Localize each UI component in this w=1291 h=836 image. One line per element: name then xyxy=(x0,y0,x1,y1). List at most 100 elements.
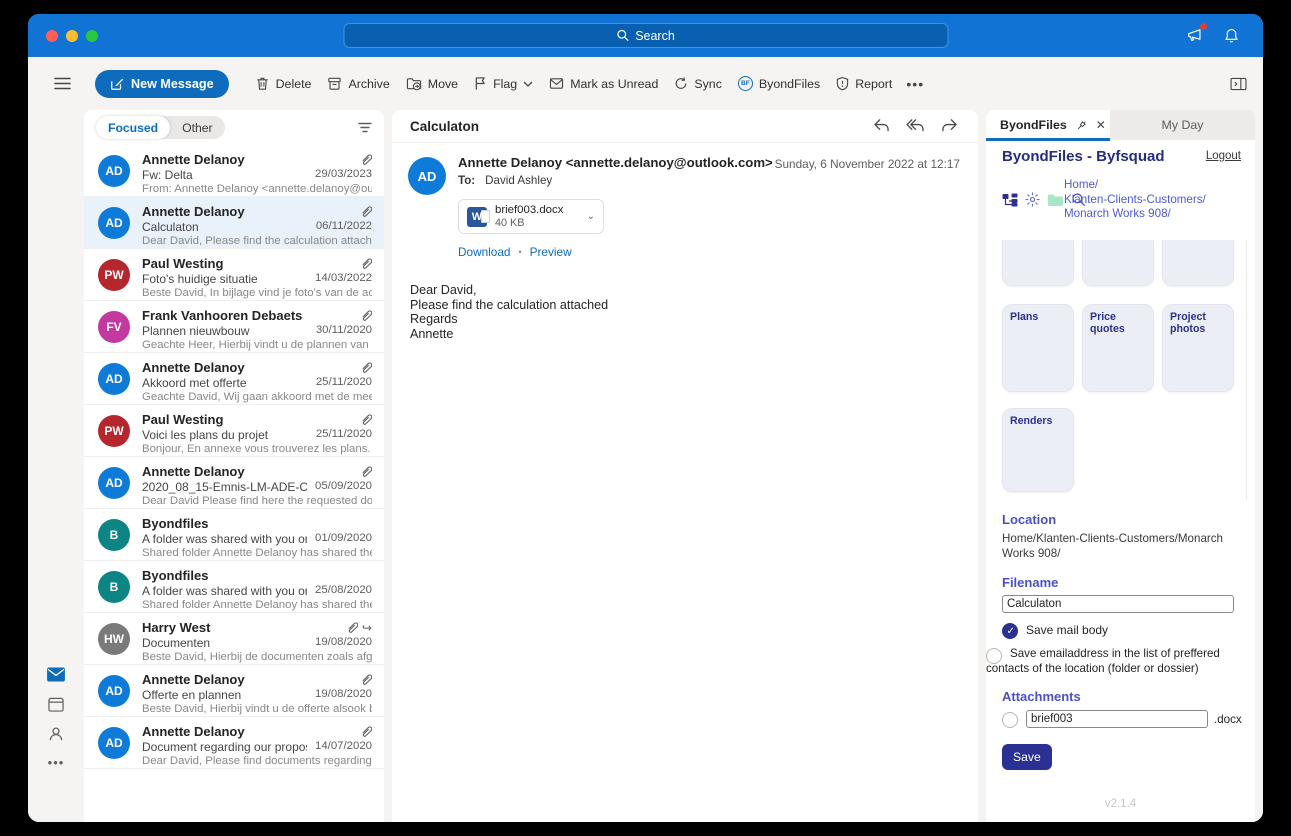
save-emailaddress-label: Save emailaddress in the list of preffer… xyxy=(986,647,1220,675)
list-item[interactable]: PW Paul Westing Voici les plans du proje… xyxy=(84,405,384,457)
attachment-checkbox[interactable] xyxy=(1002,712,1018,728)
breadcrumb[interactable]: Home/ Klanten-Clients-Customers/ Monarch… xyxy=(1064,178,1242,222)
tab-my-day[interactable]: My Day xyxy=(1110,110,1255,140)
paperclip-icon xyxy=(360,309,372,322)
list-item[interactable]: B Byondfiles A folder was shared with yo… xyxy=(84,509,384,561)
minimize-window-button[interactable] xyxy=(66,30,78,42)
zoom-window-button[interactable] xyxy=(86,30,98,42)
folder-tile[interactable] xyxy=(1002,240,1074,286)
paperclip-icon xyxy=(360,673,372,686)
settings-sun-icon[interactable] xyxy=(1025,192,1040,207)
new-message-button[interactable]: New Message xyxy=(95,70,229,98)
folder-icon[interactable] xyxy=(1047,193,1064,207)
attachment-card[interactable]: W brief003.docx 40 KB ⌄ xyxy=(458,199,604,234)
close-window-button[interactable] xyxy=(46,30,58,42)
download-link[interactable]: Download xyxy=(458,245,510,259)
forward-icon[interactable] xyxy=(941,118,958,133)
attachment-filename-input[interactable] xyxy=(1026,710,1208,728)
folder-grid: Plans Price quotes Project photos Render… xyxy=(986,240,1255,504)
logout-link[interactable]: Logout xyxy=(1206,150,1241,162)
recipient-line: To:David Ashley xyxy=(458,174,962,187)
folder-tile-renders[interactable]: Renders xyxy=(1002,408,1074,492)
list-item[interactable]: PW Paul Westing Foto's huidige situatie1… xyxy=(84,249,384,301)
chevron-down-icon[interactable] xyxy=(523,81,533,87)
pin-icon[interactable] xyxy=(1075,119,1088,132)
paperclip-icon xyxy=(360,361,372,374)
sync-button[interactable]: Sync xyxy=(666,70,730,97)
save-button[interactable]: Save xyxy=(1002,744,1052,770)
main-content: ••• Focused Other AD Annette Delanoy xyxy=(28,110,1263,822)
inbox-filter-tabs: Focused Other xyxy=(96,116,225,139)
folder-tile[interactable] xyxy=(1162,240,1234,286)
more-apps-icon[interactable]: ••• xyxy=(48,755,65,770)
avatar: B xyxy=(98,519,130,551)
report-button[interactable]: Report xyxy=(828,70,900,97)
reply-icon[interactable] xyxy=(873,118,890,133)
compose-icon xyxy=(110,77,124,91)
list-item[interactable]: AD Annette Delanoy Akkoord met offerte25… xyxy=(84,353,384,405)
window-controls xyxy=(46,30,98,42)
list-item[interactable]: AD Annette Delanoy Offerte en plannen19/… xyxy=(84,665,384,717)
archive-icon xyxy=(327,76,342,91)
list-item[interactable]: AD Annette Delanoy Fw: Delta29/03/2023 F… xyxy=(84,145,384,197)
filename-input[interactable] xyxy=(1002,595,1234,613)
tree-view-icon[interactable] xyxy=(1002,193,1018,207)
hamburger-menu-icon[interactable] xyxy=(50,73,75,94)
flag-button[interactable]: Flag xyxy=(466,70,541,97)
list-item[interactable]: FV Frank Vanhooren Debaets Plannen nieuw… xyxy=(84,301,384,353)
paperclip-icon xyxy=(360,205,372,218)
avatar: AD xyxy=(98,467,130,499)
folder-tile-plans[interactable]: Plans xyxy=(1002,304,1074,392)
byondfiles-button[interactable]: BF ByondFiles xyxy=(730,70,828,97)
attachment-row: .docx xyxy=(1002,710,1239,730)
save-emailaddress-option: Save emailaddress in the list of preffer… xyxy=(986,647,1239,676)
folder-tile-project-photos[interactable]: Project photos xyxy=(1162,304,1234,392)
flag-icon xyxy=(474,76,487,91)
mail-nav-icon[interactable] xyxy=(47,667,66,682)
folder-tile-price-quotes[interactable]: Price quotes xyxy=(1082,304,1154,392)
save-mail-body-checkbox[interactable] xyxy=(1002,623,1018,639)
search-input[interactable]: Search xyxy=(343,23,948,48)
report-shield-icon xyxy=(836,76,849,91)
save-emailaddress-checkbox[interactable] xyxy=(986,648,1002,664)
delete-button[interactable]: Delete xyxy=(247,70,320,97)
close-panel-icon[interactable]: ✕ xyxy=(1096,118,1106,132)
paperclip-icon xyxy=(360,725,372,738)
move-folder-icon xyxy=(406,76,422,91)
move-button[interactable]: Move xyxy=(398,70,466,97)
tab-byondfiles[interactable]: ByondFiles ✕ xyxy=(986,110,1110,140)
avatar: HW xyxy=(98,623,130,655)
avatar: PW xyxy=(98,415,130,447)
archive-button[interactable]: Archive xyxy=(319,70,397,97)
location-label: Location xyxy=(1002,512,1255,527)
list-item[interactable]: B Byondfiles A folder was shared with yo… xyxy=(84,561,384,613)
mark-as-unread-button[interactable]: Mark as Unread xyxy=(541,71,666,97)
avatar: AD xyxy=(98,675,130,707)
avatar: AD xyxy=(98,207,130,239)
reply-all-icon[interactable] xyxy=(906,118,925,133)
calendar-nav-icon[interactable] xyxy=(48,697,64,712)
tab-focused[interactable]: Focused xyxy=(96,116,170,139)
toolbar-more-button[interactable]: ••• xyxy=(900,72,930,96)
preview-link[interactable]: Preview xyxy=(530,245,572,259)
recipient-name[interactable]: David Ashley xyxy=(485,174,552,187)
active-tab-indicator xyxy=(986,138,1110,141)
people-nav-icon[interactable] xyxy=(48,726,64,742)
folder-tile[interactable] xyxy=(1082,240,1154,286)
bell-icon[interactable] xyxy=(1221,25,1241,45)
reading-pane-toggle-icon[interactable] xyxy=(1230,77,1247,91)
desktop: Search New Message xyxy=(0,0,1291,836)
addin-panel: ByondFiles ✕ My Day ByondFiles - Byfsqua… xyxy=(986,110,1255,822)
search-label: Search xyxy=(635,29,675,43)
filter-icon[interactable] xyxy=(358,122,372,133)
list-item[interactable]: HW Harry West↪ Documenten19/08/2020 Best… xyxy=(84,613,384,665)
scrollbar-track[interactable] xyxy=(1246,240,1247,500)
list-item-selected[interactable]: AD Annette Delanoy Calculaton06/11/2022 … xyxy=(84,197,384,249)
attachment-menu-chevron-icon[interactable]: ⌄ xyxy=(587,211,595,222)
separator-dot: • xyxy=(518,247,521,257)
list-item[interactable]: AD Annette Delanoy 2020_08_15-Emnis-LM-A… xyxy=(84,457,384,509)
announcements-icon[interactable] xyxy=(1185,25,1205,45)
avatar: B xyxy=(98,571,130,603)
list-item[interactable]: AD Annette Delanoy Document regarding ou… xyxy=(84,717,384,769)
tab-other[interactable]: Other xyxy=(170,121,224,135)
